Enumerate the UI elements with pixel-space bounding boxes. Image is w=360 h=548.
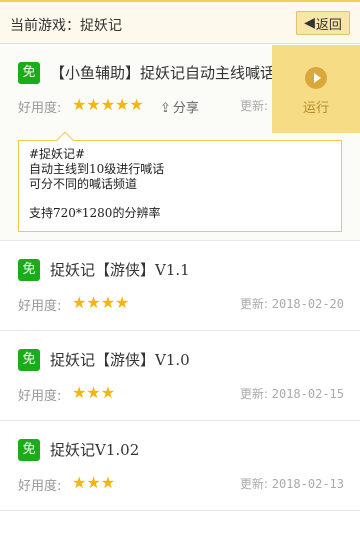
description-line: 自动主线到10级进行喊话 (29, 162, 165, 176)
free-badge: 免 (18, 439, 40, 461)
star-icon: ★ (72, 293, 87, 312)
description-line: 可分不同的喊话频道 (29, 177, 138, 191)
back-button[interactable]: ◀ 返回 (296, 11, 350, 35)
rating-stars: ★★★★★ (72, 95, 144, 114)
star-icon: ★ (115, 95, 130, 114)
free-badge: 免 (18, 349, 40, 371)
share-icon: ⇪ (160, 101, 171, 116)
description-spacer (29, 192, 331, 206)
update-label: 更新: (239, 99, 268, 113)
free-badge: 免 (18, 62, 40, 84)
rating-label: 好用度: (18, 299, 62, 314)
play-icon (305, 67, 327, 89)
run-label: 运行 (302, 101, 329, 116)
share-label: 分享 (172, 101, 199, 116)
update-label: 更新: 2018-02-20 (239, 297, 344, 311)
description-line: 支持720*1280的分辨率 (29, 206, 161, 220)
rating-label: 好用度: (18, 479, 62, 494)
rating-label: 好用度: (18, 389, 62, 404)
rating-stars: ★★★★ (72, 293, 129, 312)
share-button[interactable]: ⇪ 分享 (160, 97, 199, 116)
star-icon: ★ (86, 293, 101, 312)
top-bar: 当前游戏：捉妖记 ◀ 返回 (0, 0, 360, 44)
script-title[interactable]: 捉妖记【游侠】V1.1 (50, 259, 190, 280)
script-title[interactable]: 捉妖记V1.02 (50, 439, 139, 460)
update-label: 更新: 2018-02-15 (239, 387, 344, 401)
back-label: 返回 (315, 17, 342, 33)
script-card[interactable]: 免 捉妖记【游侠】V1.1 好用度: ★★★★ 更新: 2018-02-20 (0, 241, 360, 331)
star-icon: ★ (72, 95, 87, 114)
star-icon: ★ (72, 383, 87, 402)
star-icon: ★ (100, 383, 116, 402)
star-icon: ★ (100, 95, 116, 114)
back-arrow-icon: ◀ (304, 15, 315, 31)
star-icon: ★ (100, 473, 116, 492)
star-icon: ★ (100, 293, 116, 312)
star-icon: ★ (72, 473, 87, 492)
update-label: 更新: 2018-02-13 (239, 477, 344, 491)
script-title[interactable]: 捉妖记【游侠】V1.0 (50, 349, 190, 370)
free-badge: 免 (18, 259, 40, 281)
rating-stars: ★★★ (72, 383, 115, 402)
script-card[interactable]: 免 捉妖记【游侠】V1.0 好用度: ★★★ 更新: 2018-02-15 (0, 331, 360, 421)
script-title[interactable]: 【小鱼辅助】捉妖记自动主线喊话 (50, 62, 275, 83)
rating-stars: ★★★ (72, 473, 115, 492)
description-line: #捉妖记# (29, 147, 86, 161)
star-icon: ★ (115, 293, 130, 312)
current-game-label: 当前游戏：捉妖记 (10, 18, 122, 34)
run-button[interactable]: 运行 (272, 45, 360, 133)
script-card[interactable]: 免 捉妖记V1.02 好用度: ★★★ 更新: 2018-02-13 (0, 421, 360, 511)
star-icon: ★ (86, 95, 101, 114)
star-icon: ★ (86, 473, 101, 492)
star-icon: ★ (86, 383, 101, 402)
star-icon: ★ (129, 95, 144, 114)
rating-label: 好用度: (18, 101, 62, 116)
script-description: #捉妖记# 自动主线到10级进行喊话 可分不同的喊话频道 支持720*1280的… (18, 131, 342, 232)
